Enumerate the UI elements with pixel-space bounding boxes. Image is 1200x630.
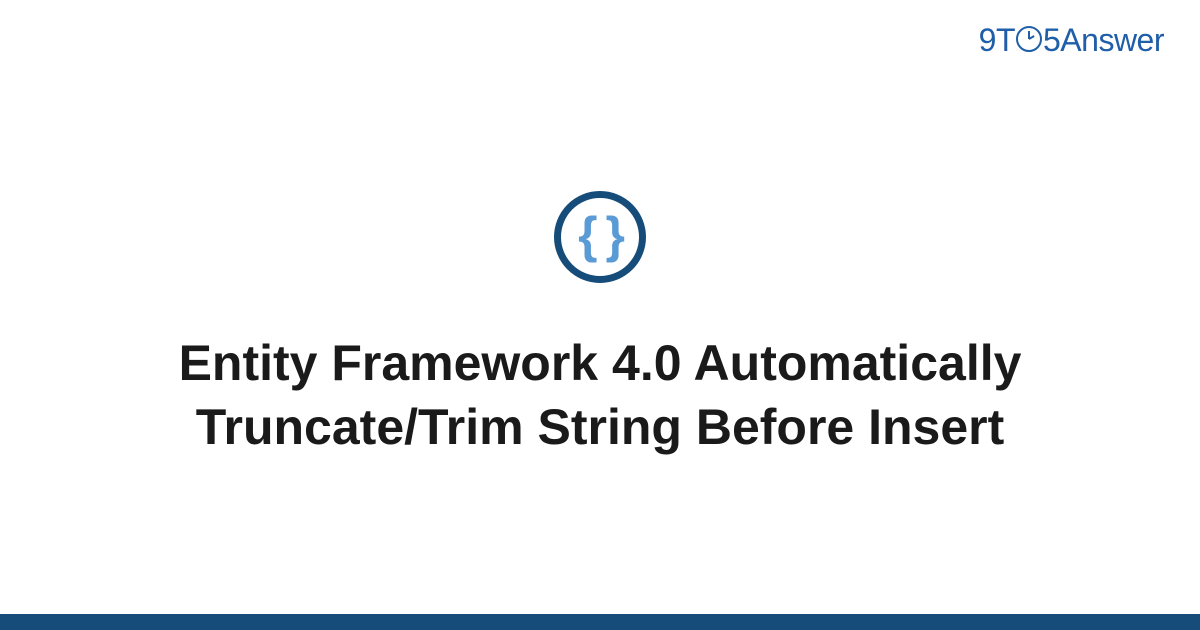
main-content: { } Entity Framework 4.0 Automatically T… (0, 0, 1200, 630)
decorative-footer-bar (0, 614, 1200, 630)
category-icon-circle: { } (554, 191, 646, 283)
code-braces-icon: { } (578, 210, 622, 260)
article-title: Entity Framework 4.0 Automatically Trunc… (100, 331, 1100, 459)
